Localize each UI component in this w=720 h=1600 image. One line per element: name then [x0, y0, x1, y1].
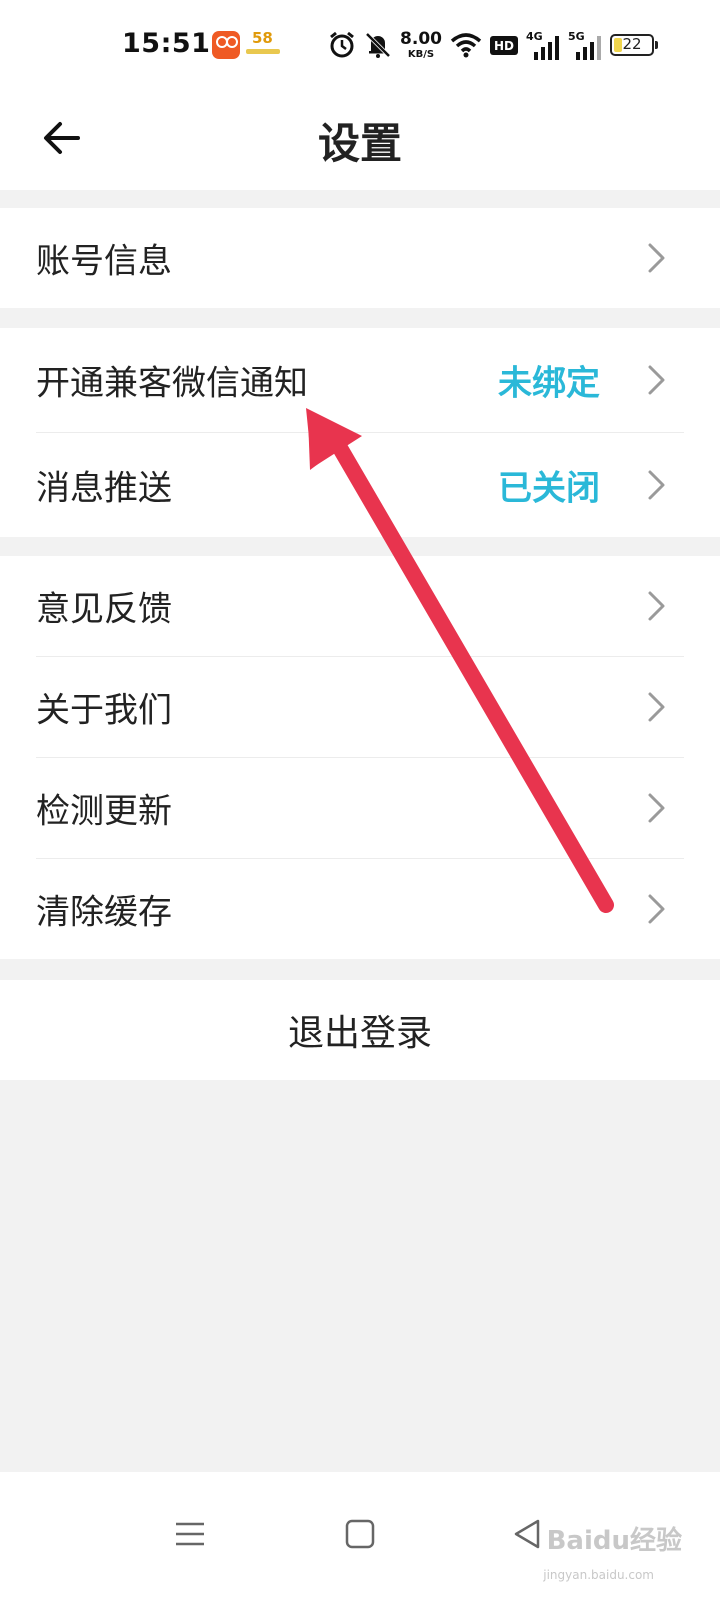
chevron-right-icon: [648, 793, 665, 823]
signal-icon: [576, 36, 601, 60]
settings-row-clear-cache[interactable]: 清除缓存: [0, 859, 720, 959]
watermark-url: jingyan.baidu.com: [543, 1568, 654, 1582]
status-bar: 15:51 58 8.00 KB/S HD 4G 5G 22: [0, 0, 720, 90]
row-status-value: 未绑定: [498, 363, 600, 404]
chevron-right-icon: [648, 692, 665, 722]
row-label: 意见反馈: [36, 589, 172, 630]
battery-icon: 22: [610, 34, 658, 56]
status-icons: 8.00 KB/S HD 4G 5G 22: [328, 28, 658, 62]
logout-button[interactable]: 退出登录: [0, 980, 720, 1080]
settings-row-check-update[interactable]: 检测更新: [0, 758, 720, 858]
row-label: 账号信息: [36, 241, 172, 282]
settings-row-feedback[interactable]: 意见反馈: [0, 556, 720, 656]
back-triangle-icon[interactable]: [506, 1512, 550, 1556]
app-notification-icon: [212, 31, 240, 59]
net-speed: 8.00 KB/S: [400, 28, 442, 60]
settings-group-account: 账号信息: [0, 208, 720, 308]
row-label: 开通兼客微信通知: [36, 363, 308, 404]
settings-row-wechat-notify[interactable]: 开通兼客微信通知 未绑定: [0, 328, 720, 432]
mute-bell-icon: [365, 32, 391, 58]
nav-bar: 设置: [0, 90, 720, 190]
row-status-value: 已关闭: [498, 468, 600, 509]
signal-4g: 4G: [526, 30, 560, 60]
settings-row-about[interactable]: 关于我们: [0, 657, 720, 757]
wifi-icon: [450, 33, 482, 58]
app-icon-58-text: 58: [252, 29, 273, 47]
app-notification-icon-58: 58: [246, 28, 280, 60]
row-label: 检测更新: [36, 791, 172, 832]
signal-icon: [534, 36, 559, 60]
settings-group-notification: 开通兼客微信通知 未绑定 消息推送 已关闭: [0, 328, 720, 537]
watermark-logo: Baidu经验: [546, 1526, 682, 1556]
logout-label: 退出登录: [287, 1013, 432, 1054]
row-label: 消息推送: [36, 468, 172, 509]
chevron-right-icon: [648, 470, 665, 500]
row-label: 关于我们: [36, 690, 172, 731]
settings-row-push[interactable]: 消息推送 已关闭: [0, 433, 720, 537]
status-time: 15:51: [122, 28, 211, 59]
settings-screen: 15:51 58 8.00 KB/S HD 4G 5G 22 设置 账号信息 开…: [0, 0, 720, 1600]
signal-5g: 5G: [568, 30, 602, 60]
chevron-right-icon: [648, 591, 665, 621]
settings-row-account-info[interactable]: 账号信息: [0, 208, 720, 308]
home-square-icon[interactable]: [338, 1512, 382, 1556]
menu-icon[interactable]: [168, 1512, 212, 1556]
chevron-right-icon: [648, 365, 665, 395]
alarm-icon: [330, 31, 354, 58]
settings-group-general: 意见反馈 关于我们 检测更新 清除缓存: [0, 556, 720, 959]
hd-icon: HD: [489, 35, 518, 55]
row-label: 清除缓存: [36, 892, 172, 933]
page-title: 设置: [317, 119, 402, 168]
chevron-right-icon: [648, 243, 665, 273]
chevron-right-icon: [648, 894, 665, 924]
